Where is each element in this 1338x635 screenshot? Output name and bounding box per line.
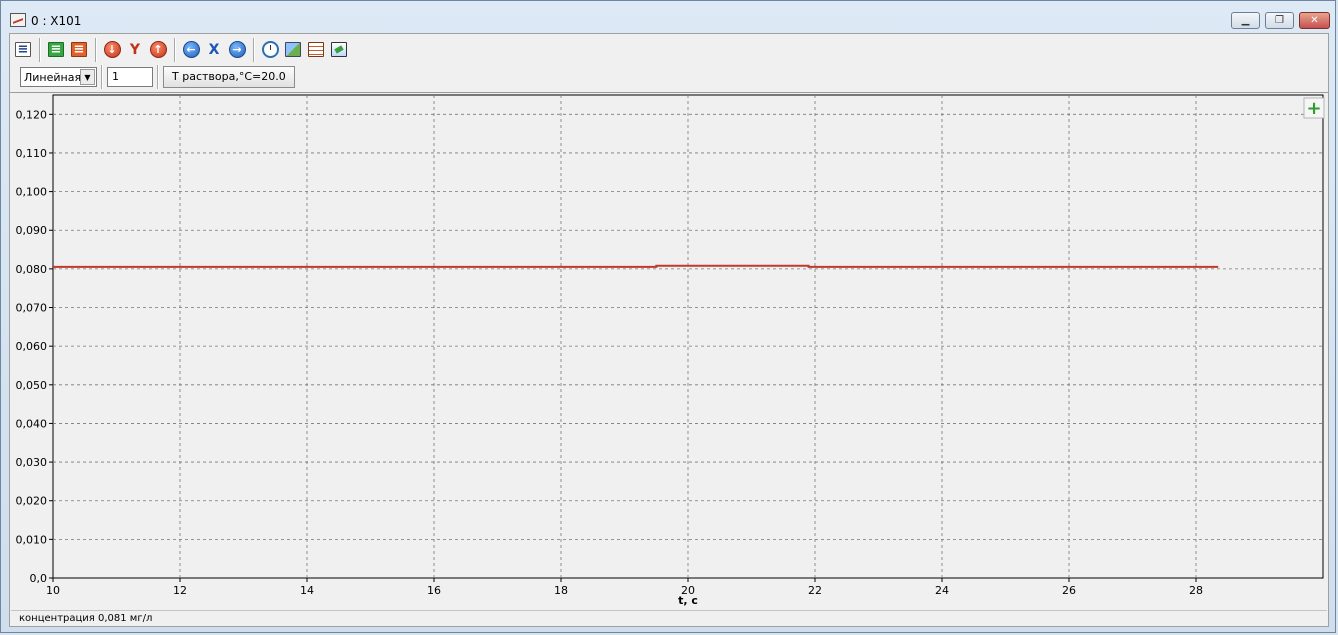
y-tick-label: 0,110 (16, 147, 48, 160)
x-tick-label: 12 (173, 584, 187, 597)
toolbar-separator (253, 37, 255, 62)
scale-select[interactable]: Линейная ▼ (20, 67, 97, 87)
scroll-right-button[interactable]: → (226, 39, 248, 61)
y-tick-label: 0,010 (16, 533, 48, 546)
chart-area[interactable]: 0,0 0,010 0,020 0,030 0,040 0,050 0,060 0,070 0,… (10, 92, 1328, 611)
plus-icon: + (1306, 98, 1321, 119)
y-tick-label: 0,080 (16, 263, 48, 276)
table-button[interactable] (305, 39, 327, 61)
timer-button[interactable] (259, 39, 281, 61)
orange-list-button[interactable] (68, 39, 90, 61)
chevron-down-icon[interactable]: ▼ (80, 69, 95, 85)
options-row: Линейная ▼ 1 T раствора,°C=20.0 (20, 65, 295, 89)
main-window: 0 : X101 ▁ ❐ ✕ ↓ Y ↑ ← X → Линейная (0, 0, 1336, 633)
image-swap-icon (285, 42, 301, 57)
chart-app-icon[interactable] (10, 13, 26, 27)
title-bar[interactable]: 0 : X101 ▁ ❐ ✕ (1, 1, 1335, 33)
up-arrow-icon: ↑ (149, 41, 167, 58)
y-tick-label: 0,120 (16, 108, 48, 121)
y-axis: 0,0 0,010 0,020 0,030 0,040 0,050 0,060 0,070 0,… (16, 108, 53, 585)
y-tick-label: 0,050 (16, 379, 48, 392)
close-button[interactable]: ✕ (1299, 12, 1330, 29)
toolbar-separator (101, 65, 103, 89)
green-list-icon (48, 42, 64, 57)
toolbar-separator (174, 37, 176, 62)
scroll-down-button[interactable]: ↓ (101, 39, 123, 61)
x-axis: 10 12 14 16 18 20 22 24 26 28 (46, 578, 1203, 597)
x-axis-icon: X (208, 41, 220, 58)
x-tick-label: 18 (554, 584, 568, 597)
x-tick-label: 10 (46, 584, 60, 597)
orange-list-icon (71, 42, 87, 57)
y-tick-label: 0,0 (30, 572, 48, 585)
channel-input[interactable]: 1 (107, 67, 153, 87)
scale-select-value: Линейная (24, 70, 82, 84)
table-icon (308, 42, 324, 57)
window-title: 0 : X101 (31, 14, 82, 28)
data-series (53, 264, 1219, 268)
minimize-button[interactable]: ▁ (1231, 12, 1260, 29)
scroll-up-button[interactable]: ↑ (147, 39, 169, 61)
x-tick-label: 16 (427, 584, 441, 597)
status-text: концентрация 0,081 мг/л (19, 613, 153, 624)
x-axis-label: t, c (678, 594, 698, 607)
x-tick-label: 14 (300, 584, 314, 597)
forward-arrow-icon: → (228, 41, 246, 58)
green-list-button[interactable] (45, 39, 67, 61)
down-arrow-icon: ↓ (103, 41, 121, 58)
y-tick-label: 0,020 (16, 495, 48, 508)
status-bar: концентрация 0,081 мг/л (11, 610, 1327, 626)
x-tick-label: 26 (1062, 584, 1076, 597)
x-tick-label: 22 (808, 584, 822, 597)
toolbar-separator (157, 65, 159, 89)
client-area: ↓ Y ↑ ← X → Линейная ▼ 1 T раствора,°C=2… (9, 33, 1329, 627)
x-axis-button[interactable]: X (203, 39, 225, 61)
list-view-button[interactable] (12, 39, 34, 61)
y-tick-label: 0,090 (16, 224, 48, 237)
y-tick-label: 0,060 (16, 340, 48, 353)
y-axis-button[interactable]: Y (124, 39, 146, 61)
x-tick-label: 28 (1189, 584, 1203, 597)
image-swap-button[interactable] (282, 39, 304, 61)
series-line (53, 264, 1219, 268)
toolbar-separator (39, 37, 41, 62)
y-tick-label: 0,040 (16, 417, 48, 430)
y-axis-icon: Y (129, 41, 141, 58)
list-view-icon (15, 42, 31, 57)
y-tick-label: 0,030 (16, 456, 48, 469)
toolbar: ↓ Y ↑ ← X → (12, 36, 351, 63)
add-button[interactable]: + (1303, 97, 1325, 119)
restore-button[interactable]: ❐ (1265, 12, 1294, 29)
back-arrow-icon: ← (182, 41, 200, 58)
x-tick-label: 24 (935, 584, 949, 597)
line-chart[interactable]: 0,0 0,010 0,020 0,030 0,040 0,050 0,060 0,070 0,… (10, 93, 1328, 611)
toolbar-separator (95, 37, 97, 62)
stopwatch-icon (261, 41, 279, 58)
y-tick-label: 0,070 (16, 302, 48, 315)
scroll-left-button[interactable]: ← (180, 39, 202, 61)
temperature-button[interactable]: T раствора,°C=20.0 (163, 66, 295, 88)
picture-icon (331, 42, 347, 57)
y-tick-label: 0,100 (16, 186, 48, 199)
picture-button[interactable] (328, 39, 350, 61)
